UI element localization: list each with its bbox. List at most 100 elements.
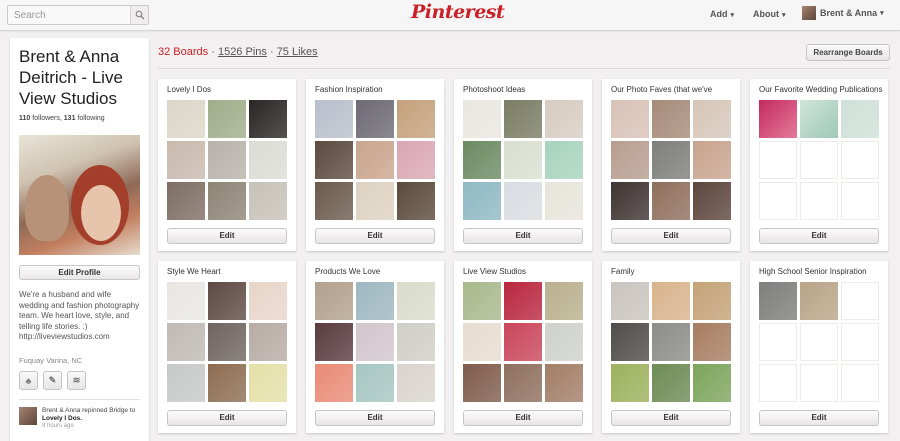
- board-title[interactable]: Photoshoot Ideas: [463, 85, 587, 94]
- pin-thumbnail[interactable]: [208, 323, 246, 361]
- pin-thumbnail[interactable]: [249, 182, 287, 220]
- pin-thumbnail[interactable]: [249, 364, 287, 402]
- board-title[interactable]: Live View Studios: [463, 267, 587, 276]
- board-title[interactable]: Our Favorite Wedding Publications: [759, 85, 883, 94]
- board-title[interactable]: Fashion Inspiration: [315, 85, 439, 94]
- pin-thumbnail[interactable]: [504, 364, 542, 402]
- board-thumbnails[interactable]: [611, 100, 731, 220]
- pin-thumbnail[interactable]: [652, 100, 690, 138]
- pin-thumbnail[interactable]: [397, 182, 435, 220]
- pin-thumbnail[interactable]: [463, 323, 501, 361]
- pin-thumbnail[interactable]: [841, 182, 879, 220]
- pin-thumbnail[interactable]: [800, 364, 838, 402]
- pin-thumbnail[interactable]: [208, 182, 246, 220]
- board-card[interactable]: Family Edit: [602, 261, 740, 433]
- board-thumbnails[interactable]: [463, 100, 583, 220]
- board-edit-button[interactable]: Edit: [611, 228, 731, 244]
- pin-thumbnail[interactable]: [545, 100, 583, 138]
- pin-thumbnail[interactable]: [504, 323, 542, 361]
- edit-profile-button[interactable]: Edit Profile: [19, 265, 140, 280]
- pin-thumbnail[interactable]: [167, 364, 205, 402]
- pin-thumbnail[interactable]: [356, 323, 394, 361]
- board-card[interactable]: Lovely I Dos Edit: [158, 79, 296, 251]
- pin-thumbnail[interactable]: [545, 282, 583, 320]
- pin-thumbnail[interactable]: [800, 282, 838, 320]
- board-card[interactable]: Photoshoot Ideas Edit: [454, 79, 592, 251]
- board-thumbnails[interactable]: [759, 100, 879, 220]
- pin-thumbnail[interactable]: [463, 282, 501, 320]
- pin-thumbnail[interactable]: [652, 282, 690, 320]
- following-label[interactable]: following: [77, 115, 104, 122]
- pin-thumbnail[interactable]: [356, 282, 394, 320]
- pin-thumbnail[interactable]: [315, 282, 353, 320]
- board-card[interactable]: High School Senior Inspiration Edit: [750, 261, 888, 433]
- pin-thumbnail[interactable]: [249, 323, 287, 361]
- pin-thumbnail[interactable]: [356, 100, 394, 138]
- likes-tab[interactable]: 75 Likes: [277, 46, 318, 58]
- pin-thumbnail[interactable]: [356, 141, 394, 179]
- activity-avatar[interactable]: [19, 407, 37, 425]
- pin-thumbnail[interactable]: [611, 141, 649, 179]
- search-input[interactable]: [8, 6, 130, 24]
- pin-thumbnail[interactable]: [249, 141, 287, 179]
- pin-thumbnail[interactable]: [652, 182, 690, 220]
- board-card[interactable]: Products We Love Edit: [306, 261, 444, 433]
- board-thumbnails[interactable]: [759, 282, 879, 402]
- board-thumbnails[interactable]: [463, 282, 583, 402]
- pin-thumbnail[interactable]: [759, 100, 797, 138]
- pin-thumbnail[interactable]: [397, 282, 435, 320]
- pin-thumbnail[interactable]: [315, 141, 353, 179]
- pin-thumbnail[interactable]: [504, 100, 542, 138]
- board-thumbnails[interactable]: [167, 100, 287, 220]
- pin-thumbnail[interactable]: [167, 182, 205, 220]
- board-title[interactable]: Lovely I Dos: [167, 85, 291, 94]
- boards-tab[interactable]: 32 Boards: [158, 46, 208, 58]
- following-count[interactable]: 131: [64, 115, 76, 122]
- board-card[interactable]: Fashion Inspiration Edit: [306, 79, 444, 251]
- pin-thumbnail[interactable]: [167, 100, 205, 138]
- pin-thumbnail[interactable]: [759, 282, 797, 320]
- pins-tab[interactable]: 1526 Pins: [218, 46, 267, 58]
- pin-thumbnail[interactable]: [545, 364, 583, 402]
- pin-thumbnail[interactable]: [397, 364, 435, 402]
- pin-thumbnail[interactable]: [463, 141, 501, 179]
- pin-thumbnail[interactable]: [545, 323, 583, 361]
- pin-thumbnail[interactable]: [249, 282, 287, 320]
- pin-thumbnail[interactable]: [841, 323, 879, 361]
- board-title[interactable]: Family: [611, 267, 735, 276]
- pin-thumbnail[interactable]: [693, 282, 731, 320]
- pin-thumbnail[interactable]: [208, 141, 246, 179]
- pin-thumbnail[interactable]: [504, 141, 542, 179]
- board-title[interactable]: High School Senior Inspiration: [759, 267, 883, 276]
- pin-thumbnail[interactable]: [397, 323, 435, 361]
- pin-thumbnail[interactable]: [463, 364, 501, 402]
- pin-thumbnail[interactable]: [693, 323, 731, 361]
- pin-thumbnail[interactable]: [611, 100, 649, 138]
- pin-thumbnail[interactable]: [800, 182, 838, 220]
- board-edit-button[interactable]: Edit: [315, 410, 435, 426]
- pin-thumbnail[interactable]: [545, 141, 583, 179]
- board-card[interactable]: Live View Studios Edit: [454, 261, 592, 433]
- pin-thumbnail[interactable]: [693, 100, 731, 138]
- rss-icon[interactable]: ≋: [67, 371, 86, 390]
- pin-thumbnail[interactable]: [315, 100, 353, 138]
- pin-thumbnail[interactable]: [611, 323, 649, 361]
- add-menu[interactable]: Add ▾: [710, 9, 734, 19]
- board-card[interactable]: Our Photo Faves (that we've Edit: [602, 79, 740, 251]
- user-menu[interactable]: Brent & Anna ▾: [802, 6, 884, 20]
- pin-thumbnail[interactable]: [841, 100, 879, 138]
- board-thumbnails[interactable]: [315, 282, 435, 402]
- board-card[interactable]: Our Favorite Wedding Publications Edit: [750, 79, 888, 251]
- pin-thumbnail[interactable]: [463, 100, 501, 138]
- pin-thumbnail[interactable]: [208, 364, 246, 402]
- pin-thumbnail[interactable]: [652, 364, 690, 402]
- pin-thumbnail[interactable]: [800, 323, 838, 361]
- pin-thumbnail[interactable]: [759, 323, 797, 361]
- pin-thumbnail[interactable]: [356, 182, 394, 220]
- rearrange-boards-button[interactable]: Rearrange Boards: [806, 44, 890, 61]
- pin-thumbnail[interactable]: [693, 364, 731, 402]
- board-thumbnails[interactable]: [167, 282, 287, 402]
- pin-thumbnail[interactable]: [208, 100, 246, 138]
- board-edit-button[interactable]: Edit: [167, 228, 287, 244]
- pin-thumbnail[interactable]: [693, 182, 731, 220]
